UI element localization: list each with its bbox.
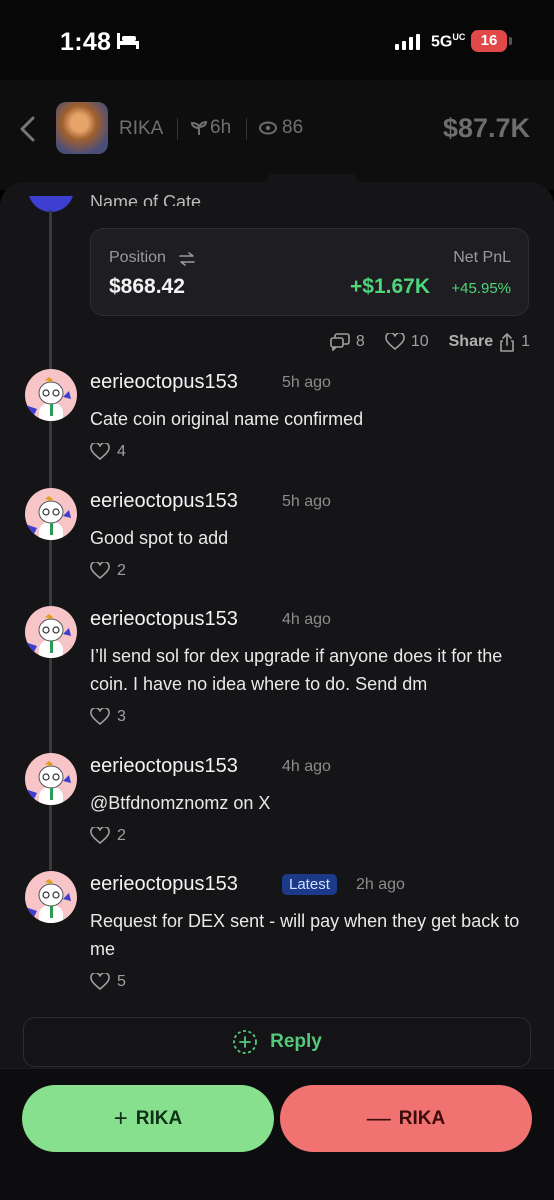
comment-like-button[interactable]: 4	[90, 443, 126, 461]
add-reply-icon	[233, 1030, 258, 1054]
avatar-image	[25, 377, 71, 421]
comment-text: @Btfdnomznomz on X	[90, 793, 271, 813]
post-text-fragment: Name of Cate	[90, 192, 202, 206]
comment-like-count: 2	[117, 827, 126, 844]
comments-count: 8	[355, 333, 365, 350]
avatar-image	[25, 496, 71, 540]
comment-username[interactable]: eerieoctopus153	[90, 755, 238, 778]
comment-time: 2h ago	[356, 876, 405, 893]
sell-label: RIKA	[398, 1107, 446, 1129]
share-count: 1	[521, 333, 530, 350]
avatar-image	[25, 761, 71, 805]
comment-text: Good spot to add	[90, 528, 229, 548]
comment-like-button[interactable]: 5	[90, 973, 126, 991]
network-type: 5GUC	[431, 32, 466, 51]
pnl-label: Net PnL	[453, 249, 511, 266]
divider	[177, 118, 178, 140]
latest-badge: Latest	[282, 874, 337, 895]
share-icon	[500, 332, 514, 352]
comment-username[interactable]: eerieoctopus153	[90, 490, 238, 513]
comment-time: 5h ago	[282, 493, 331, 510]
share-label: Share	[448, 333, 494, 350]
pnl-value: +$1.67K	[350, 275, 430, 298]
position-value: $868.42	[109, 275, 185, 298]
eye-icon	[259, 121, 277, 135]
comments-button[interactable]: 8	[330, 333, 365, 351]
comment-username[interactable]: eerieoctopus153	[90, 371, 238, 394]
position-card: Position $868.42 Net PnL +$1.67K +45.95%	[90, 228, 529, 316]
cellular-signal-icon	[395, 34, 420, 50]
sleep-focus-icon	[117, 33, 139, 49]
comment-text: Request for DEX sent - will pay when the…	[90, 911, 520, 959]
heart-icon	[90, 827, 110, 845]
comment-like-count: 5	[117, 973, 126, 990]
comment-time: 5h ago	[282, 374, 331, 391]
sprout-icon	[191, 120, 207, 135]
comment-like-count: 4	[117, 443, 126, 460]
status-bar: 1:48 5GUC 16	[0, 0, 554, 80]
buy-label: RIKA	[135, 1107, 183, 1129]
comment-text: Cate coin original name confirmed	[90, 409, 364, 429]
likes-count: 10	[410, 333, 429, 350]
token-name: RIKA	[119, 118, 164, 139]
comment-like-button[interactable]: 3	[90, 708, 126, 726]
minus-icon: —	[366, 1104, 391, 1132]
heart-icon	[90, 973, 110, 991]
comment-icon	[330, 333, 350, 351]
comment-time: 4h ago	[282, 611, 331, 628]
market-cap: $87.7K	[442, 113, 530, 143]
comment-like-count: 2	[117, 562, 126, 579]
user-avatar[interactable]	[25, 871, 77, 923]
view-count: 86	[282, 117, 304, 138]
comment-time: 4h ago	[282, 758, 331, 775]
comment-like-button[interactable]: 2	[90, 827, 126, 845]
like-button[interactable]: 10	[385, 333, 429, 351]
clock: 1:48	[60, 28, 112, 56]
token-age: 6h	[210, 117, 232, 138]
heart-icon	[90, 443, 110, 461]
user-avatar[interactable]	[25, 753, 77, 805]
comment-username[interactable]: eerieoctopus153	[90, 873, 238, 896]
comment-like-count: 3	[117, 708, 126, 725]
comment-username[interactable]: eerieoctopus153	[90, 608, 238, 631]
share-button[interactable]: Share 1	[448, 332, 530, 352]
back-chevron-icon[interactable]	[18, 116, 36, 142]
user-avatar[interactable]	[25, 369, 77, 421]
position-label: Position	[109, 249, 166, 266]
swap-icon[interactable]	[179, 252, 195, 266]
heart-icon	[90, 562, 110, 580]
avatar-image	[25, 879, 71, 923]
pnl-percent: +45.95%	[451, 280, 511, 297]
token-avatar[interactable]	[56, 102, 108, 154]
heart-icon	[385, 333, 405, 351]
user-avatar[interactable]	[25, 488, 77, 540]
comment-like-button[interactable]: 2	[90, 562, 126, 580]
heart-icon	[90, 708, 110, 726]
sell-button[interactable]: — RIKA	[280, 1085, 532, 1152]
reply-button[interactable]: Reply	[23, 1017, 531, 1067]
plus-icon: +	[113, 1104, 128, 1132]
post-actions: 8 10 Share 1	[310, 331, 530, 353]
avatar-image	[25, 614, 71, 658]
buy-button[interactable]: + RIKA	[22, 1085, 274, 1152]
battery-indicator: 16	[471, 30, 507, 52]
user-avatar[interactable]	[25, 606, 77, 658]
comment-text: I’ll send sol for dex upgrade if anyone …	[90, 646, 503, 694]
battery-cap	[509, 37, 512, 45]
divider	[246, 118, 247, 140]
reply-label: Reply	[270, 1031, 322, 1052]
